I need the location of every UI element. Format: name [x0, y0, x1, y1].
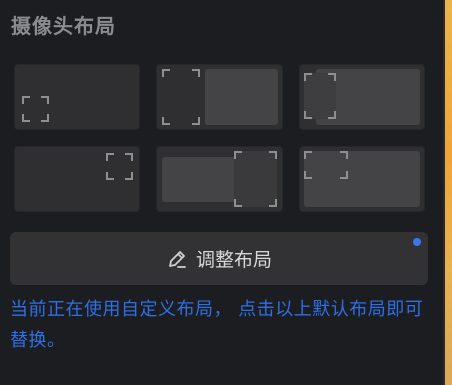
- layout-option-corner-top-left[interactable]: [299, 146, 425, 212]
- camera-frame-icon: [304, 151, 348, 179]
- camera-frame-icon: [162, 69, 200, 125]
- camera-frame-icon: [106, 153, 133, 180]
- adjust-layout-button[interactable]: 调整布局: [10, 232, 428, 285]
- background-edge: [443, 0, 452, 385]
- custom-layout-note: 当前正在使用自定义布局， 点击以上默认布局即可替换。: [10, 299, 424, 351]
- notification-dot: [413, 238, 421, 246]
- layout-option-overlay-left-small[interactable]: [299, 64, 425, 130]
- camera-frame-icon: [22, 96, 49, 122]
- adjust-layout-label: 调整布局: [195, 249, 272, 271]
- layout-option-split-left-small[interactable]: [156, 64, 283, 130]
- layout-option-corner-top-right[interactable]: [14, 146, 140, 212]
- panel-title: 摄像头布局: [11, 14, 116, 38]
- main-screen-area: [205, 69, 278, 125]
- camera-layout-panel: 摄像头布局 调整布局 当前正在使用自定义布局， 点击以上默认布局即可替换。: [0, 0, 443, 385]
- layout-option-corner-bottom-left[interactable]: [14, 64, 140, 130]
- camera-frame-icon: [234, 151, 277, 207]
- camera-frame-icon: [304, 73, 336, 119]
- edit-icon: [166, 248, 188, 270]
- layout-option-overlay-right-small[interactable]: [156, 146, 283, 212]
